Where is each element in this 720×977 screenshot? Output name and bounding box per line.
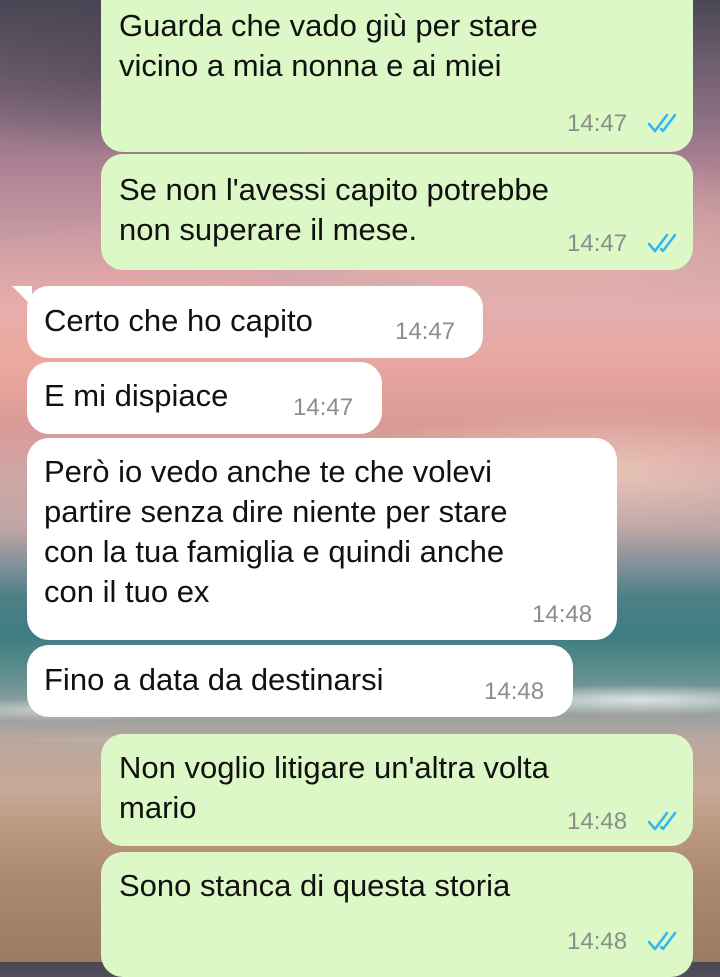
message-text: E mi dispiace	[44, 378, 229, 413]
message-time: 14:47	[567, 230, 628, 257]
message-bubble-outgoing[interactable]: Non voglio litigare un'altra volta mario…	[101, 734, 693, 846]
message-bubble-incoming[interactable]: Certo che ho capito 14:47	[27, 286, 483, 358]
message-time: 14:48	[567, 808, 628, 835]
message-time: 14:48	[532, 601, 593, 628]
message-bubble-outgoing[interactable]: Sono stanca di questa storia 14:48	[101, 852, 693, 977]
message-text: Se non l'avessi capito potrebbe non supe…	[119, 172, 549, 247]
message-text: Però io vedo anche te che volevi partire…	[44, 454, 508, 609]
message-time: 14:48	[567, 928, 628, 955]
message-bubble-incoming[interactable]: Però io vedo anche te che volevi partire…	[27, 438, 617, 640]
message-text: Fino a data da destinarsi	[44, 662, 384, 697]
message-bubble-incoming[interactable]: E mi dispiace 14:47	[27, 362, 382, 434]
message-text: Certo che ho capito	[44, 303, 313, 338]
message-time: 14:47	[395, 318, 456, 345]
message-bubble-outgoing[interactable]: Se non l'avessi capito potrebbe non supe…	[101, 154, 693, 270]
double-check-icon	[647, 233, 677, 253]
message-time: 14:48	[484, 678, 545, 705]
message-time: 14:47	[293, 394, 354, 421]
message-text: Non voglio litigare un'altra volta mario	[119, 750, 549, 825]
message-text: Sono stanca di questa storia	[119, 868, 511, 903]
message-text: Guarda che vado giù per stare vicino a m…	[119, 8, 538, 83]
double-check-icon	[647, 931, 677, 951]
double-check-icon	[647, 811, 677, 831]
double-check-icon	[647, 113, 677, 133]
message-bubble-incoming[interactable]: Fino a data da destinarsi 14:48	[27, 645, 573, 717]
message-bubble-outgoing[interactable]: Guarda che vado giù per stare vicino a m…	[101, 0, 693, 152]
message-time: 14:47	[567, 110, 628, 137]
